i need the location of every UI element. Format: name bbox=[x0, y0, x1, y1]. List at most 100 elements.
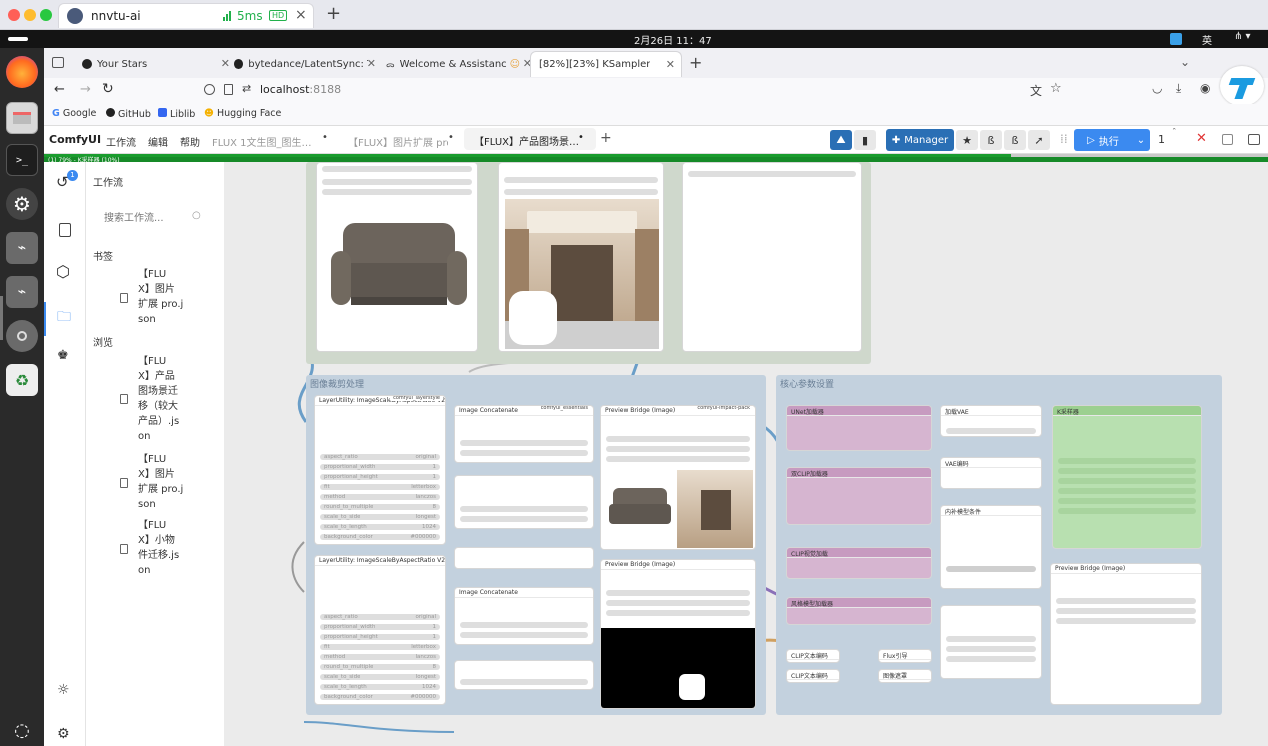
scale-by-aspect-ratio-node-a[interactable]: LayerUtility: ImageScaleByAspectRatio V2… bbox=[314, 395, 446, 545]
translate-icon[interactable]: 文 bbox=[1030, 82, 1042, 99]
bookmark-icon[interactable]: ▮ bbox=[854, 130, 876, 150]
browse-workflow-item-0[interactable]: 【FLU X】产品 图场景迁 移（较大 产品）.js on bbox=[120, 354, 220, 446]
browse-workflow-item-2[interactable]: 【FLU X】小物 件迁移.js on bbox=[120, 518, 220, 578]
stepper-icon[interactable]: ˆ bbox=[1172, 128, 1177, 138]
panel-toggle-icon[interactable] bbox=[1222, 134, 1233, 145]
close-tab-icon[interactable]: ✕ bbox=[367, 57, 376, 70]
star-icon[interactable]: ★ bbox=[956, 130, 978, 150]
ksampler-node[interactable]: K采样器 bbox=[1052, 405, 1202, 549]
show-apps-icon[interactable]: ◌ bbox=[6, 714, 38, 746]
account-icon[interactable]: ◉ bbox=[1200, 81, 1210, 95]
clock[interactable]: 2月26日 11：47 bbox=[634, 32, 712, 47]
widget-row-scale_to_length[interactable]: scale_to_length 1024 bbox=[320, 524, 440, 530]
workflows-folder-icon[interactable]: 🗀 bbox=[57, 306, 71, 330]
run-button[interactable]: ▷ 执行 bbox=[1074, 129, 1132, 151]
bookmark-google[interactable]: G Google bbox=[52, 108, 96, 119]
activities-icon[interactable] bbox=[8, 37, 28, 41]
load-vae-node[interactable]: 加载VAE bbox=[940, 405, 1042, 437]
unet-loader-node[interactable]: UNet加载器 bbox=[786, 405, 932, 451]
widget-row-fit[interactable]: fit letterbox bbox=[320, 644, 440, 650]
site-info-icon[interactable] bbox=[204, 84, 215, 95]
tray-app-icon[interactable] bbox=[1170, 33, 1182, 45]
terminal-icon[interactable]: >_ bbox=[6, 144, 38, 176]
widget-row-aspect_ratio[interactable]: aspect_ratio original bbox=[320, 614, 440, 620]
widget-row-method[interactable]: method lanczos bbox=[320, 654, 440, 660]
back-icon[interactable]: ← bbox=[54, 82, 65, 97]
widget-row-proportional_width[interactable]: proportional_width 1 bbox=[320, 624, 440, 630]
queue-count-input[interactable]: 1 bbox=[1158, 133, 1165, 146]
inpaint-conditioning-node[interactable]: 内补模型条件 bbox=[940, 505, 1042, 589]
close-tab-icon[interactable]: ✕ bbox=[666, 58, 675, 71]
widget-row-scale_to_side[interactable]: scale_to_side longest bbox=[320, 674, 440, 680]
bottom-panel-icon[interactable] bbox=[1248, 134, 1260, 145]
tab-list-icon[interactable]: ⌄ bbox=[1180, 55, 1190, 69]
browser-tab-1[interactable]: bytedance/LatentSync: Ta ✕ bbox=[226, 51, 376, 77]
menu-help[interactable]: 帮助 bbox=[180, 134, 200, 149]
share-icon[interactable]: ➚ bbox=[1028, 130, 1050, 150]
add-workflow-tab-button[interactable]: + bbox=[600, 130, 612, 146]
widget-row-aspect_ratio[interactable]: aspect_ratio original bbox=[320, 454, 440, 460]
bookmark-github[interactable]: GitHub bbox=[106, 108, 151, 120]
add-session-button[interactable]: + bbox=[326, 3, 341, 24]
preview-bridge-node-a[interactable]: Preview Bridge (Image) comfyui-impact-pa… bbox=[600, 405, 756, 550]
manager-button[interactable]: ✚ Manager bbox=[886, 129, 954, 151]
theme-sun-icon[interactable]: ☼ bbox=[57, 682, 70, 698]
vae-encode-node[interactable]: VAE编码 bbox=[940, 457, 1042, 489]
widget-row-proportional_height[interactable]: proportional_height 1 bbox=[320, 474, 440, 480]
recycle-bin-icon[interactable]: ♻ bbox=[6, 364, 38, 396]
image-concatenate-node-b[interactable]: Image Concatenate bbox=[454, 587, 594, 645]
close-icon[interactable]: × bbox=[295, 7, 307, 23]
widget-row-round_to_multiple[interactable]: round_to_multiple 8 bbox=[320, 504, 440, 510]
forward-icon[interactable]: → bbox=[80, 82, 91, 97]
bookmark-liblib[interactable]: Liblib bbox=[158, 108, 195, 120]
widget-row-background_color[interactable]: background_color #000000 bbox=[320, 694, 440, 700]
permissions-icon[interactable]: ⇄ bbox=[242, 82, 251, 95]
model-tree-icon[interactable]: ♚ bbox=[57, 348, 69, 363]
image-mask-node[interactable]: 图像遮罩 bbox=[878, 669, 932, 683]
remote-session-tab[interactable]: nnvtu-ai 5ms HD × bbox=[58, 3, 314, 28]
preview-bridge-node-b[interactable]: Preview Bridge (Image) bbox=[600, 559, 756, 709]
preview-bridge-node-c[interactable]: Preview Bridge (Image) bbox=[1050, 563, 1202, 705]
mask-to-image-node[interactable] bbox=[454, 660, 594, 690]
new-tab-button[interactable]: + bbox=[689, 53, 702, 72]
bookmark-huggingface[interactable]: ☻ Hugging Face bbox=[204, 108, 281, 119]
crop-node[interactable] bbox=[454, 475, 594, 529]
user-alt-icon[interactable]: ß bbox=[1004, 130, 1026, 150]
url-bar[interactable]: localhost:8188 bbox=[260, 83, 341, 96]
output-preview-node[interactable] bbox=[682, 162, 862, 352]
workflow-tab-2-active[interactable]: 【FLUX】产品图场景… bbox=[464, 128, 596, 150]
workflow-tab-1[interactable]: 【FLUX】图片扩展 pro bbox=[348, 134, 448, 149]
bookmark-star-icon[interactable]: ☆ bbox=[1050, 81, 1062, 96]
browser-tab-2[interactable]: ᯅ Welcome & Assistance ☺ ✕ bbox=[378, 51, 532, 77]
run-options-chevron-icon[interactable]: ⌄ bbox=[1132, 129, 1150, 151]
widget-row-scale_to_side[interactable]: scale_to_side longest bbox=[320, 514, 440, 520]
widget-row-method[interactable]: method lanczos bbox=[320, 494, 440, 500]
widget-row-proportional_height[interactable]: proportional_height 1 bbox=[320, 634, 440, 640]
usb-drive-icon-2[interactable]: ⌁ bbox=[6, 276, 38, 308]
extension-logo-icon[interactable] bbox=[1220, 66, 1264, 106]
files-icon[interactable] bbox=[6, 102, 38, 134]
usb-drive-icon[interactable]: ⌁ bbox=[6, 232, 38, 264]
image-to-mask-node[interactable] bbox=[454, 547, 594, 569]
settings-icon[interactable]: ⚙ bbox=[6, 188, 38, 220]
user-icon[interactable]: ß bbox=[980, 130, 1002, 150]
node-library-cube-icon[interactable]: ⬡ bbox=[56, 262, 70, 281]
cancel-icon[interactable]: ✕ bbox=[1196, 131, 1207, 146]
widget-row-background_color[interactable]: background_color #000000 bbox=[320, 534, 440, 540]
input-method-indicator[interactable]: 英 bbox=[1202, 32, 1212, 47]
clip-vision-loader-node[interactable]: CLIP视觉加载 bbox=[786, 547, 932, 579]
widget-row-scale_to_length[interactable]: scale_to_length 1024 bbox=[320, 684, 440, 690]
queue-list-icon[interactable] bbox=[59, 223, 71, 237]
minimize-window-button[interactable] bbox=[24, 9, 36, 21]
clip-text-encode-node-b[interactable]: CLIP文本编码 bbox=[786, 669, 840, 683]
drag-handle-icon[interactable]: ⁞⁞ bbox=[1060, 132, 1068, 146]
reload-icon[interactable]: ↻ bbox=[102, 81, 114, 97]
disc-icon[interactable] bbox=[6, 320, 38, 352]
widget-row-round_to_multiple[interactable]: round_to_multiple 8 bbox=[320, 664, 440, 670]
firefox-icon[interactable] bbox=[6, 56, 38, 88]
workflow-tab-0[interactable]: FLUX 1文生图_图生… bbox=[212, 134, 330, 149]
menu-workflow[interactable]: 工作流 bbox=[106, 134, 136, 149]
load-image-node-product[interactable] bbox=[316, 162, 478, 352]
flux-guidance-node[interactable]: Flux引导 bbox=[878, 649, 932, 663]
network-icon[interactable]: ⋔ ▾ bbox=[1234, 31, 1251, 42]
